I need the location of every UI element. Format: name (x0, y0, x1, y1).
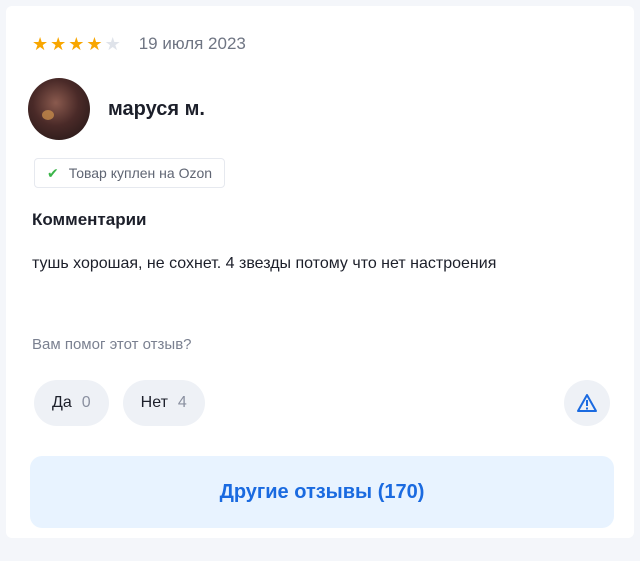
rating-row: ★ ★ ★ ★ ★ 19 июля 2023 (32, 34, 246, 54)
avatar[interactable] (28, 78, 90, 140)
star-icon: ★ (68, 34, 85, 54)
helpful-yes-label: Да (52, 394, 72, 411)
helpful-no-count: 4 (177, 394, 187, 411)
author-row: маруся м. (28, 78, 205, 140)
comment-text: тушь хорошая, не сохнет. 4 звезды потому… (32, 255, 497, 272)
star-icon: ★ (32, 34, 49, 54)
review-date: 19 июля 2023 (138, 34, 246, 53)
report-button[interactable] (564, 380, 610, 426)
helpful-yes-button[interactable]: Да 0 (34, 380, 109, 426)
star-icon: ★ (104, 34, 121, 54)
check-icon: ✔ (47, 164, 59, 181)
author-name[interactable]: маруся м. (108, 98, 205, 121)
review-card: ★ ★ ★ ★ ★ 19 июля 2023 маруся м. ✔ Товар… (6, 6, 634, 538)
comment-title: Комментарии (32, 210, 147, 229)
star-icon: ★ (86, 34, 103, 54)
more-reviews-button[interactable]: Другие отзывы (170) (30, 456, 614, 528)
helpful-yes-count: 0 (81, 394, 91, 411)
warning-icon (577, 394, 597, 412)
helpful-no-button[interactable]: Нет 4 (122, 380, 205, 426)
helpful-question: Вам помог этот отзыв? (32, 336, 192, 353)
star-rating: ★ ★ ★ ★ ★ (32, 35, 121, 53)
star-icon: ★ (50, 34, 67, 54)
purchased-badge-text: Товар куплен на Ozon (68, 165, 213, 181)
vote-row: Да 0 Нет 4 (34, 380, 205, 426)
purchased-badge: ✔ Товар куплен на Ozon (34, 158, 226, 188)
helpful-no-label: Нет (140, 394, 168, 411)
